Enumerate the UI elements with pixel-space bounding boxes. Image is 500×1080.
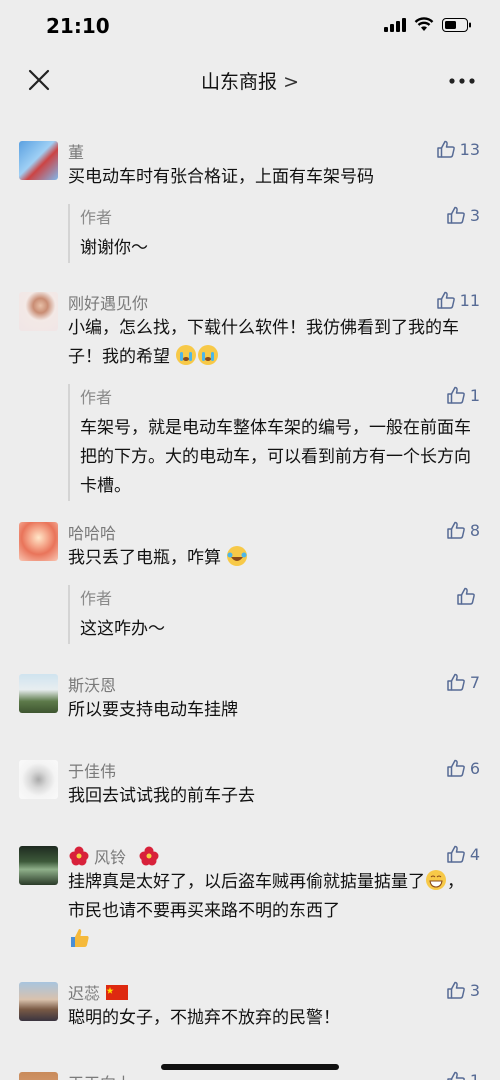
like-count: 3 [469,205,480,225]
author-reply: 作者 谢谢你～ [68,204,480,263]
thumbs-up-icon [446,205,466,225]
thumbs-up-icon [436,290,456,310]
commenter-name[interactable]: 刚好遇见你 [68,290,148,314]
like-button[interactable]: 7 [446,672,480,692]
thumbs-up-icon [436,139,456,159]
reply-text: 车架号，就是电动车整体车架的编号，一般在前面车把的下方。大的电动车，可以看到前方… [80,418,471,496]
laughing-crying-emoji-icon [227,546,248,566]
reply-author-label: 作者 [80,589,113,608]
commenter-name[interactable]: 董 [68,139,84,163]
comment-text: 我回去试试我的前车子去 [68,786,255,806]
like-count: 11 [459,290,480,310]
avatar[interactable] [19,1072,58,1080]
like-button[interactable]: 3 [446,980,480,1000]
status-icons [384,17,472,32]
reply-like-button[interactable]: 3 [446,205,480,225]
like-count: 6 [469,758,480,778]
like-button[interactable]: 1 [446,1070,480,1080]
like-button[interactable]: 6 [446,758,480,778]
like-count: 1 [469,385,480,405]
reply-text: 谢谢你～ [80,238,148,258]
comment-text: 买电动车时有张合格证，上面有车架号码 [68,167,374,187]
thumbs-up-icon [456,586,476,606]
nav-bar: 山东商报 > [0,55,500,105]
avatar[interactable] [19,141,58,180]
account-title[interactable]: 山东商报 > [0,67,500,94]
reply-author-label: 作者 [80,388,113,407]
comment-text-content: 小编，怎么找，下载什么软件！我仿佛看到了我的车子！我的希望 [68,318,459,367]
like-count: 8 [469,520,480,540]
flower-icon [69,846,89,866]
reply-author-label: 作者 [80,208,113,227]
author-reply: 作者 车架号，就是电动车整体车架的编号，一般在前面车把的下方。大的电动车，可以看… [68,384,480,501]
avatar[interactable] [19,760,58,799]
chevron-right-icon: > [283,71,299,93]
commenter-name: 风铃 [94,848,127,867]
comment-text-content: 挂牌真是太好了，以后盗车贼再偷就掂量掂量了 [68,872,425,892]
thumbs-up-icon [446,520,466,540]
thumbs-up-icon [446,758,466,778]
avatar[interactable] [19,522,58,561]
author-reply: 作者 这这咋办～ [68,585,480,644]
reply-like-button[interactable] [456,586,480,606]
commenter-name[interactable]: 天天向上 [68,1070,132,1080]
thumbs-up-emoji-icon [71,929,89,947]
china-flag-icon [106,984,129,1000]
wifi-icon [414,17,434,31]
like-count: 4 [469,844,480,864]
like-count: 7 [469,672,480,692]
more-icon[interactable] [448,77,476,85]
like-button[interactable]: 11 [436,290,480,310]
reply-like-button[interactable]: 1 [446,385,480,405]
avatar[interactable] [19,674,58,713]
cellular-signal-icon [384,17,406,32]
battery-icon [442,17,471,32]
grinning-emoji-icon [426,870,446,890]
comment-text: 小编，怎么找，下载什么软件！我仿佛看到了我的车子！我的希望 [68,314,476,372]
thumbs-up-icon [446,1070,466,1080]
comment-text-content: 我只丢了电瓶，咋算 [68,548,221,568]
comment-text: 聪明的女子，不抛弃不放弃的民警！ [68,1008,340,1028]
reply-text: 这这咋办～ [80,619,165,639]
avatar[interactable] [19,846,58,885]
commenter-name[interactable]: 于佳伟 [68,758,116,782]
home-indicator[interactable] [161,1064,339,1070]
like-count: 3 [469,980,480,1000]
status-bar: 21:10 [0,0,500,55]
like-count: 13 [459,139,480,159]
commenter-name: 迟蕊 [68,984,101,1003]
commenter-name-row[interactable]: 迟蕊 [68,980,129,1004]
comment-text: 我只丢了电瓶，咋算 [68,544,476,573]
commenter-name-row[interactable]: 风铃 [68,844,160,868]
like-count: 1 [469,1070,480,1080]
avatar[interactable] [19,292,58,331]
commenter-name[interactable]: 斯沃恩 [68,672,116,696]
like-button[interactable]: 4 [446,844,480,864]
thumbs-up-icon [446,385,466,405]
comment-text: 挂牌真是太好了，以后盗车贼再偷就掂量掂量了 ，市民也请不要再买来路不明的东西了 [68,868,476,956]
flower-icon [139,846,159,866]
like-button[interactable]: 13 [436,139,480,159]
avatar[interactable] [19,982,58,1021]
like-button[interactable]: 8 [446,520,480,540]
comment-feed[interactable]: 董 13 买电动车时有张合格证，上面有车架号码 作者 谢谢你～ 3 刚好遇见你 … [0,105,500,1080]
comment-text: 所以要支持电动车挂牌 [68,700,238,720]
crying-emoji-icon [176,345,197,365]
commenter-name[interactable]: 哈哈哈 [68,520,116,544]
status-time: 21:10 [46,14,110,38]
crying-emoji-icon [198,345,219,365]
account-name: 山东商报 [201,71,278,93]
thumbs-up-icon [446,844,466,864]
thumbs-up-icon [446,980,466,1000]
thumbs-up-icon [446,672,466,692]
